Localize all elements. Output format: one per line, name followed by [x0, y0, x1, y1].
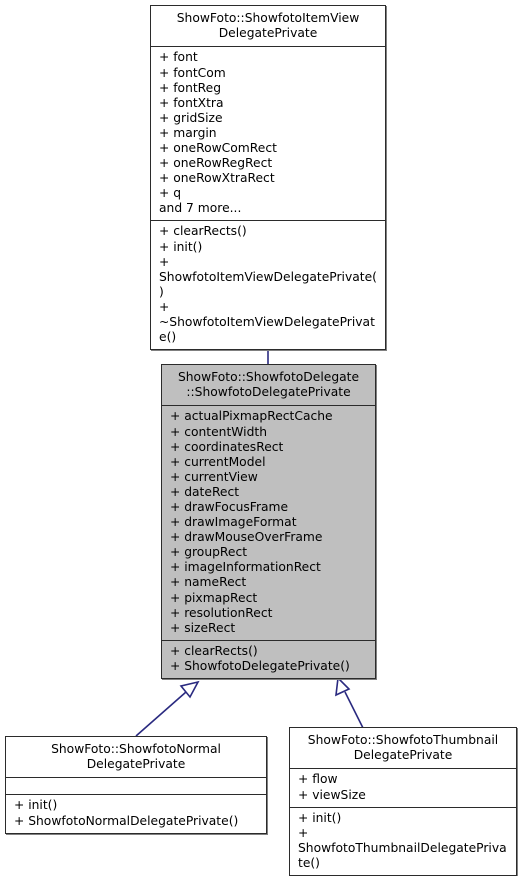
uml-class-diagram: ShowFoto::ShowfotoItemView DelegatePriva…: [0, 0, 523, 876]
attribute-row: + dateRect: [170, 484, 240, 499]
attribute-row: + fontReg: [159, 80, 222, 95]
class-attributes: + flow + viewSize: [290, 769, 516, 806]
attribute-row: + fontCom: [159, 65, 226, 80]
class-operations: + init() + ShowfotoThumbnailDelegatePriv…: [290, 808, 516, 875]
uml-class-normal-delegate-private[interactable]: ShowFoto::ShowfotoNormal DelegatePrivate…: [5, 736, 267, 834]
class-operations: + clearRects() + ShowfotoDelegatePrivate…: [162, 641, 375, 678]
attribute-row: + oneRowComRect: [159, 140, 277, 155]
operation-row: + init(): [14, 798, 58, 813]
attribute-row-more: and 7 more...: [159, 201, 242, 216]
attribute-row: + currentModel: [170, 454, 266, 469]
attribute-row: + resolutionRect: [170, 605, 273, 620]
operation-row: + init(): [298, 810, 342, 825]
attribute-row: + drawImageFormat: [170, 515, 297, 530]
uml-class-itemview-delegate-private[interactable]: ShowFoto::ShowfotoItemView DelegatePriva…: [150, 5, 386, 351]
operation-row: + ShowfotoThumbnailDelegatePrivate(): [298, 825, 507, 870]
class-title: ShowFoto::ShowfotoItemView DelegatePriva…: [176, 11, 360, 41]
attribute-row: + q: [159, 186, 182, 201]
class-attributes-empty: [6, 778, 266, 794]
class-operations: + clearRects() + init() + ShowfotoItemVi…: [151, 221, 385, 349]
class-operations: + init() + ShowfotoNormalDelegatePrivate…: [6, 795, 266, 832]
attribute-row: + coordinatesRect: [170, 439, 284, 454]
inheritance-edge-normal-to-delegate: [135, 680, 200, 737]
operation-row: + clearRects(): [159, 224, 247, 239]
uml-class-showfoto-delegate-private[interactable]: ShowFoto::ShowfotoDelegate ::ShowfotoDel…: [161, 364, 376, 679]
attribute-row: + actualPixmapRectCache: [170, 409, 333, 424]
attribute-row: + fontXtra: [159, 95, 224, 110]
class-attributes: + font + fontCom + fontReg + fontXtra + …: [151, 47, 385, 220]
attribute-row: + contentWidth: [170, 424, 268, 439]
attribute-row: + drawMouseOverFrame: [170, 530, 323, 545]
operation-row: + clearRects(): [170, 643, 258, 658]
attribute-row: + groupRect: [170, 545, 248, 560]
attribute-row: + flow: [298, 772, 338, 787]
operation-row: + ShowfotoItemViewDelegatePrivate(): [159, 254, 377, 299]
operation-row: + ~ShowfotoItemViewDelegatePrivate(): [159, 299, 375, 345]
operation-row: + ShowfotoDelegatePrivate(): [170, 658, 350, 673]
uml-class-thumbnail-delegate-private[interactable]: ShowFoto::ShowfotoThumbnail DelegatePriv…: [289, 727, 517, 876]
class-title: ShowFoto::ShowfotoDelegate ::ShowfotoDel…: [177, 370, 360, 400]
attribute-row: + viewSize: [298, 787, 366, 802]
attribute-row: + currentView: [170, 469, 258, 484]
attribute-row: + nameRect: [170, 575, 247, 590]
class-attributes: + actualPixmapRectCache + contentWidth +…: [162, 406, 375, 639]
class-title: ShowFoto::ShowfotoNormal DelegatePrivate: [51, 742, 221, 772]
attribute-row: + gridSize: [159, 110, 223, 125]
attribute-row: + drawFocusFrame: [170, 499, 289, 514]
inheritance-edge-thumbnail-to-delegate: [335, 676, 365, 731]
attribute-row: + oneRowXtraRect: [159, 171, 275, 186]
attribute-row: + font: [159, 50, 198, 65]
attribute-row: + pixmapRect: [170, 590, 258, 605]
attribute-row: + imageInformationRect: [170, 560, 321, 575]
operation-row: + ShowfotoNormalDelegatePrivate(): [14, 813, 239, 828]
attribute-row: + margin: [159, 125, 217, 140]
attribute-row: + sizeRect: [170, 620, 236, 635]
class-title: ShowFoto::ShowfotoThumbnail DelegatePriv…: [307, 733, 499, 763]
operation-row: + init(): [159, 239, 203, 254]
attribute-row: + oneRowRegRect: [159, 156, 273, 171]
